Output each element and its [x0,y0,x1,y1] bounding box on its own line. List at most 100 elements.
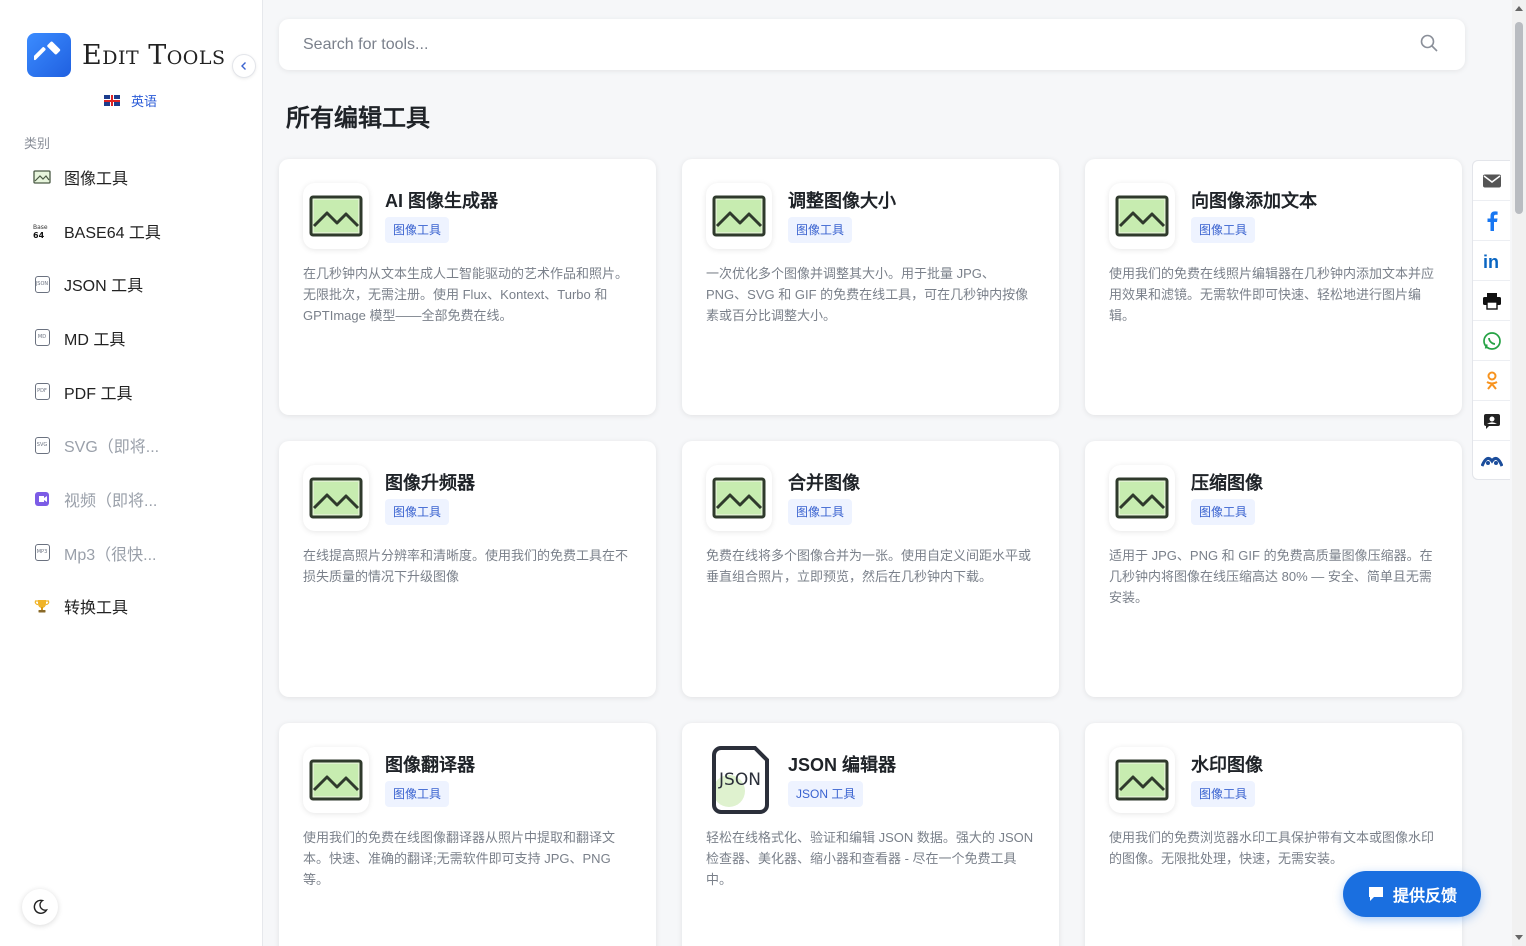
video-icon [33,490,51,508]
sidebar-item-label: BASE64 工具 [64,224,161,242]
odnoklassniki-icon [1485,371,1498,390]
sidebar-item-label: PDF 工具 [64,385,133,403]
sidebar-item-convert-tools[interactable]: 转换工具 [0,580,262,634]
search-bar [279,19,1465,70]
linkedin-icon: in [1483,252,1499,271]
tool-card[interactable]: 向图像添加文本图像工具使用我们的免费在线照片编辑器在几秒钟内添加文本并应用效果和… [1085,159,1462,415]
tool-card-tag[interactable]: 图像工具 [385,217,450,243]
tool-card[interactable]: 图像翻译器图像工具使用我们的免费在线图像翻译器从照片中提取和翻译文本。快速、准确… [279,723,656,946]
livejournal-icon [1480,456,1503,467]
image-icon [303,465,369,531]
tool-card-tag[interactable]: 图像工具 [788,499,853,525]
tool-card[interactable]: JSON JSON 编辑器 JSON 工具 轻松在线格式化、验证和编辑 JSON 数据… [682,723,1059,946]
sidebar-item-label: 转换工具 [64,600,129,618]
base64-icon: Base 64 [33,222,51,240]
tool-card-title: 图像翻译器 [385,755,475,775]
share-whatsapp-button[interactable] [1473,321,1510,361]
trophy-icon [33,597,51,615]
tool-card-title: 向图像添加文本 [1191,191,1317,211]
tool-card-tag[interactable]: 图像工具 [1191,499,1256,525]
tool-card-description: 免费在线将多个图像合并为一张。使用自定义间距水平或垂直组合照片，立即预览，然后在… [706,548,1032,584]
brand[interactable]: Edit Tools [27,33,226,77]
mail-icon [1482,174,1501,187]
image-icon [303,183,369,249]
moon-icon [33,899,48,914]
tool-card-title: AI 图像生成器 [385,191,499,211]
scroll-up-arrow-icon[interactable] [1515,6,1523,11]
sidebar-item-svg-tools[interactable]: SVG SVG（即将... [0,418,262,472]
image-icon [706,465,772,531]
tool-card-description: 适用于 JPG、PNG 和 GIF 的免费高质量图像压缩器。在几秒钟内将图像在线… [1109,548,1433,605]
brand-name: Edit Tools [82,39,226,71]
sidebar-item-label: 视频（即将... [64,492,158,510]
share-livejournal-button[interactable] [1473,441,1510,481]
tool-card-tag[interactable]: 图像工具 [1191,781,1256,807]
sidebar-item-md-tools[interactable]: MD MD 工具 [0,311,262,365]
tool-card[interactable]: 调整图像大小 图像工具 一次优化多个图像并调整其大小。用于批量 JPG、PNG、SV… [682,159,1059,415]
sidebar-item-video-tools[interactable]: 视频（即将... [0,472,262,526]
json-icon: JSON [706,746,772,814]
tool-card-description: 在几秒钟内从文本生成人工智能驱动的艺术作品和照片。无限批次，无需注册。使用 Fl… [303,266,629,323]
tool-card-tag[interactable]: 图像工具 [385,499,450,525]
sidebar-item-pdf-tools[interactable]: PDF PDF 工具 [0,365,262,419]
tool-card-description: 使用我们的免费浏览器水印工具保护带有文本或图像水印的图像。无限批处理，快速，无需… [1109,830,1435,866]
tool-card-title: 压缩图像 [1191,473,1263,493]
mp3-file-icon: MP3 [33,544,51,562]
feedback-button[interactable]: 提供反馈 [1343,871,1481,917]
share-bar: in [1472,160,1510,480]
svg-text:JSON: JSON [718,770,761,790]
image-icon [1109,183,1175,249]
chat-icon [1367,885,1385,903]
tool-card[interactable]: AI 图像生成器图像工具在几秒钟内从文本生成人工智能驱动的艺术作品和照片。无限批… [279,159,656,415]
sidebar-item-label: 图像工具 [64,170,129,188]
tool-card-description: 一次优化多个图像并调整其大小。用于批量 JPG、PNG、SVG 和 GIF 的免… [706,266,1029,323]
feedback-label: 提供反馈 [1392,888,1457,905]
sidebar-item-label: MD 工具 [64,331,126,349]
image-icon [706,183,772,249]
svg-text:in: in [1483,252,1499,271]
tool-card-description: 使用我们的免费在线照片编辑器在几秒钟内添加文本并应用效果和滤镜。无需软件即可快速… [1109,266,1435,323]
tool-card-description: 使用我们的免费在线图像翻译器从照片中提取和翻译文本。快速、准确的翻译;无需软件即… [303,830,616,887]
tool-card-tag[interactable]: 图像工具 [385,781,450,807]
search-icon[interactable] [1419,33,1439,58]
share-print-button[interactable] [1473,281,1510,321]
sidebar-item-label: SVG（即将... [64,439,160,457]
vk-icon [1483,413,1500,429]
sidebar-item-base64-tools[interactable]: Base 64 BASE64 工具 [0,204,262,258]
sidebar-item-mp3-tools[interactable]: MP3 Mp3（很快... [0,526,262,580]
sidebar-item-image-tools[interactable]: 图像工具 [0,150,262,204]
uk-flag-icon [104,95,120,106]
svg-text:64: 64 [33,231,45,239]
svg-text:Base: Base [33,224,48,231]
json-file-icon: JSON [33,275,51,293]
sidebar-item-label: JSON 工具 [64,278,144,296]
hammer-icon [27,33,71,77]
sidebar-item-json-tools[interactable]: JSON JSON 工具 [0,257,262,311]
share-odnoklassniki-button[interactable] [1473,361,1510,401]
language-label: 英语 [131,94,158,109]
scroll-down-arrow-icon[interactable] [1515,935,1523,940]
tool-card-title: 水印图像 [1191,755,1263,775]
image-icon [33,168,51,186]
tool-card-tag[interactable]: JSON 工具 [788,781,864,807]
share-facebook-button[interactable] [1473,201,1510,241]
image-icon [1109,747,1175,813]
language-switcher[interactable]: 英语 [104,91,157,110]
tool-card-tag[interactable]: 图像工具 [1191,217,1256,243]
collapse-sidebar-button[interactable] [232,54,256,78]
scrollbar[interactable] [1512,0,1526,946]
share-linkedin-button[interactable]: in [1473,241,1510,281]
dark-mode-toggle[interactable] [22,889,58,925]
tool-card[interactable]: 图像升频器 图像工具 在线提高照片分辨率和清晰度。使用我们的免费工具在不损失质量的情… [279,441,656,697]
facebook-icon [1487,210,1498,231]
tool-card-description: 轻松在线格式化、验证和编辑 JSON 数据。强大的 JSON 检查器、美化器、缩… [706,830,1034,887]
scroll-thumb[interactable] [1515,22,1523,214]
tool-card-description: 在线提高照片分辨率和清晰度。使用我们的免费工具在不损失质量的情况下升级图像 [303,548,629,584]
search-input[interactable] [279,19,1409,70]
tool-card-tag[interactable]: 图像工具 [788,217,853,243]
tool-card[interactable]: 合并图像 图像工具 免费在线将多个图像合并为一张。使用自定义间距水平或垂直组合照片，… [682,441,1059,697]
share-mail-button[interactable] [1473,161,1510,201]
share-vk-button[interactable] [1473,401,1510,441]
tool-card[interactable]: 压缩图像图像工具适用于 JPG、PNG 和 GIF 的免费高质量图像压缩器。在几… [1085,441,1462,697]
sidebar: Edit Tools 英语 类别 图像工具 Base 64 BASE64 工具 J… [0,0,263,946]
